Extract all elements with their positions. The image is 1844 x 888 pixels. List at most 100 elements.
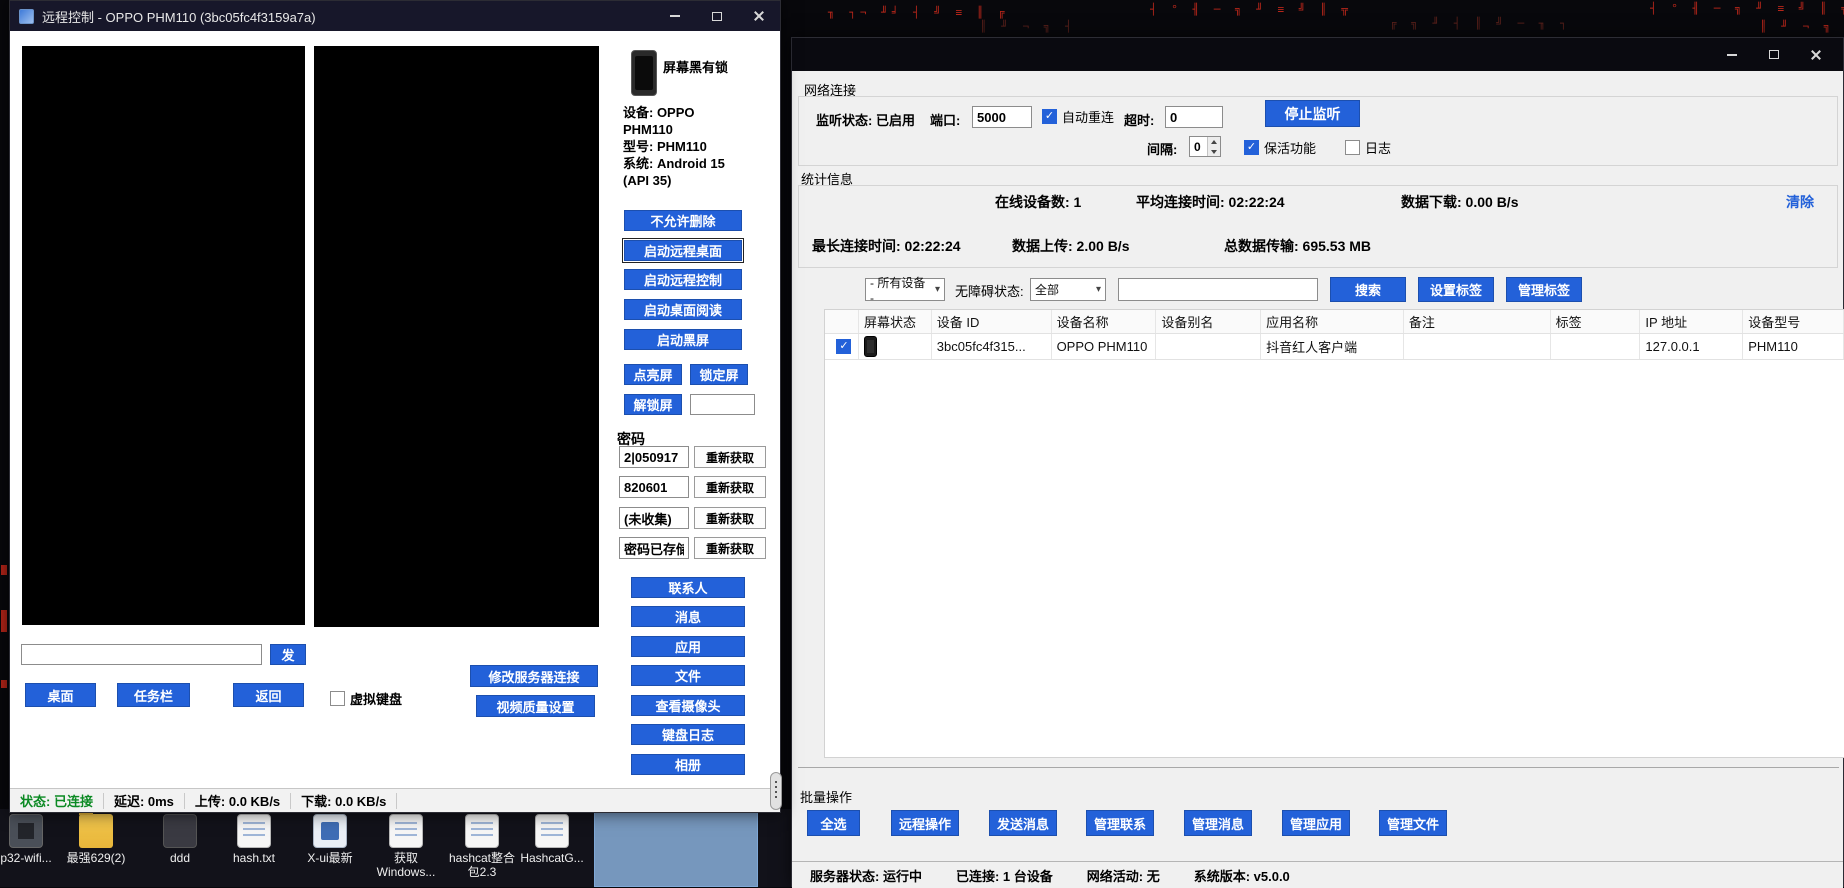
header-remark[interactable]: 备注 <box>1404 310 1551 333</box>
unlock-screen-button[interactable]: 解锁屏 <box>624 394 682 415</box>
video-quality-button[interactable]: 视频质量设置 <box>476 695 595 717</box>
taskbar-item-hashcat-pack[interactable]: hashcat整合包2.3 <box>444 811 520 879</box>
chip-icon <box>9 814 43 848</box>
auto-reconnect-checkbox[interactable] <box>1042 109 1057 124</box>
back-button[interactable]: 返回 <box>233 683 304 707</box>
remote-window-titlebar[interactable]: 远程控制 - OPPO PHM110 (3bc05fc4f3159a7a) <box>10 1 780 31</box>
maximize-button[interactable] <box>696 1 738 31</box>
close-button[interactable] <box>738 1 780 31</box>
desktop-button[interactable]: 桌面 <box>25 683 96 707</box>
device-thumbnail <box>631 50 657 96</box>
maximize-icon <box>1769 50 1779 59</box>
minimize-button[interactable] <box>654 1 696 31</box>
screen-lock-status: 屏幕黑有锁 <box>663 57 728 76</box>
start-remote-control-button[interactable]: 启动远程控制 <box>624 269 742 290</box>
phone-icon <box>864 336 877 357</box>
password-field-1[interactable] <box>619 446 689 468</box>
send-text-input[interactable] <box>21 644 262 665</box>
server-status: 服务器状态: 运行中 <box>810 866 922 885</box>
taskbar-button[interactable]: 任务栏 <box>117 683 190 707</box>
start-remote-desktop-button[interactable]: 启动远程桌面 <box>624 240 742 261</box>
virtual-keyboard-checkbox[interactable] <box>330 691 345 706</box>
device-filter-select[interactable]: - 所有设备 - <box>865 278 945 301</box>
device-table-row[interactable]: 3bc05fc4f315... OPPO PHM110 抖音红人客户端 127.… <box>825 334 1844 360</box>
clear-stats-link[interactable]: 清除 <box>1786 192 1814 212</box>
apps-button[interactable]: 应用 <box>631 636 745 657</box>
password-field-3[interactable] <box>619 507 689 529</box>
remote-control-window: 远程控制 - OPPO PHM110 (3bc05fc4f3159a7a) 屏幕… <box>9 0 781 813</box>
log-checkbox[interactable] <box>1345 140 1360 155</box>
timeout-input[interactable] <box>1165 106 1223 128</box>
search-button[interactable]: 搜索 <box>1330 277 1406 302</box>
password-field-2[interactable] <box>619 476 689 498</box>
data-upload: 数据上传: 2.00 B/s <box>1012 236 1129 256</box>
taskbar-item-label: p32-wifi... <box>0 851 64 865</box>
remote-operate-button[interactable]: 远程操作 <box>891 810 959 836</box>
server-connect-button[interactable]: 修改服务器连接 <box>470 665 598 687</box>
maximize-button[interactable] <box>1753 38 1795 71</box>
minimize-icon <box>1727 54 1737 56</box>
header-device-id[interactable]: 设备 ID <box>932 310 1052 333</box>
start-black-screen-button[interactable]: 启动黑屏 <box>624 329 742 350</box>
manage-apps-button[interactable]: 管理应用 <box>1282 810 1350 836</box>
minimize-button[interactable] <box>1711 38 1753 71</box>
start-desktop-read-button[interactable]: 启动桌面阅读 <box>624 299 742 320</box>
taskbar-item-hashcatg[interactable]: HashcatG... <box>520 811 584 865</box>
refresh-password-button-4[interactable]: 重新获取 <box>694 537 766 559</box>
scrollbar-grip[interactable] <box>770 772 782 810</box>
connection-status: 状态: 已连接 <box>10 793 104 809</box>
contacts-button[interactable]: 联系人 <box>631 577 745 598</box>
camera-view-button[interactable]: 查看摄像头 <box>631 695 745 716</box>
taskbar-preview-highlight[interactable] <box>594 809 758 887</box>
header-app-name[interactable]: 应用名称 <box>1261 310 1404 333</box>
manage-tags-button[interactable]: 管理标签 <box>1506 277 1582 302</box>
header-model[interactable]: 设备型号 <box>1743 310 1844 333</box>
manage-files-button[interactable]: 管理文件 <box>1379 810 1447 836</box>
remote-screen-primary[interactable] <box>22 46 305 625</box>
light-screen-button[interactable]: 点亮屏 <box>624 364 682 385</box>
send-button[interactable]: 发 <box>270 644 306 665</box>
keepalive-label: 保活功能 <box>1264 138 1316 157</box>
taskbar-item-ddd[interactable]: ddd <box>142 811 218 865</box>
refresh-password-button-1[interactable]: 重新获取 <box>694 446 766 468</box>
stop-listen-button[interactable]: 停止监听 <box>1265 100 1360 127</box>
header-ip[interactable]: IP 地址 <box>1640 310 1743 333</box>
send-message-button[interactable]: 发送消息 <box>989 810 1057 836</box>
port-input[interactable] <box>972 106 1032 128</box>
upload-rate: 上传: 0.0 KB/s <box>185 793 291 809</box>
header-tag[interactable]: 标签 <box>1551 310 1641 333</box>
keylog-button[interactable]: 键盘日志 <box>631 724 745 745</box>
taskbar-item-hash-txt[interactable]: hash.txt <box>216 811 292 865</box>
manage-contacts-button[interactable]: 管理联系 <box>1086 810 1154 836</box>
password-field-4[interactable] <box>619 537 689 559</box>
keepalive-checkbox[interactable] <box>1244 140 1259 155</box>
header-device-name[interactable]: 设备名称 <box>1052 310 1157 333</box>
close-button[interactable] <box>1795 38 1837 71</box>
spinner-arrows-icon[interactable] <box>1207 137 1220 156</box>
refresh-password-button-3[interactable]: 重新获取 <box>694 507 766 529</box>
taskbar-item-wifi[interactable]: p32-wifi... <box>0 811 64 865</box>
refresh-password-button-2[interactable]: 重新获取 <box>694 476 766 498</box>
remote-screen-secondary[interactable] <box>314 46 599 627</box>
server-window-titlebar[interactable] <box>792 38 1843 71</box>
taskbar-item-xui[interactable]: X-ui最新 <box>292 811 368 865</box>
device-search-input[interactable] <box>1118 278 1318 301</box>
lock-screen-button[interactable]: 锁定屏 <box>690 364 748 385</box>
avg-connect-time: 平均连接时间: 02:22:24 <box>1136 192 1285 212</box>
accessibility-select[interactable]: 全部 <box>1030 278 1106 301</box>
row-checkbox[interactable] <box>836 339 851 354</box>
header-device-alias[interactable]: 设备别名 <box>1156 310 1261 333</box>
cell-device-alias <box>1156 334 1261 359</box>
interval-spinner[interactable]: 0 <box>1189 136 1221 157</box>
taskbar-item-zuiqiang[interactable]: 最强629(2) <box>58 811 134 865</box>
header-screen-status[interactable]: 屏幕状态 <box>859 310 932 333</box>
files-button[interactable]: 文件 <box>631 665 745 686</box>
unlock-code-input[interactable] <box>690 394 755 415</box>
taskbar-item-get-windows[interactable]: 获取 Windows... <box>368 811 444 879</box>
set-tags-button[interactable]: 设置标签 <box>1418 277 1494 302</box>
no-delete-button[interactable]: 不允许删除 <box>624 210 742 231</box>
manage-messages-button[interactable]: 管理消息 <box>1184 810 1252 836</box>
messages-button[interactable]: 消息 <box>631 606 745 627</box>
select-all-button[interactable]: 全选 <box>807 810 860 836</box>
gallery-button[interactable]: 相册 <box>631 754 745 775</box>
